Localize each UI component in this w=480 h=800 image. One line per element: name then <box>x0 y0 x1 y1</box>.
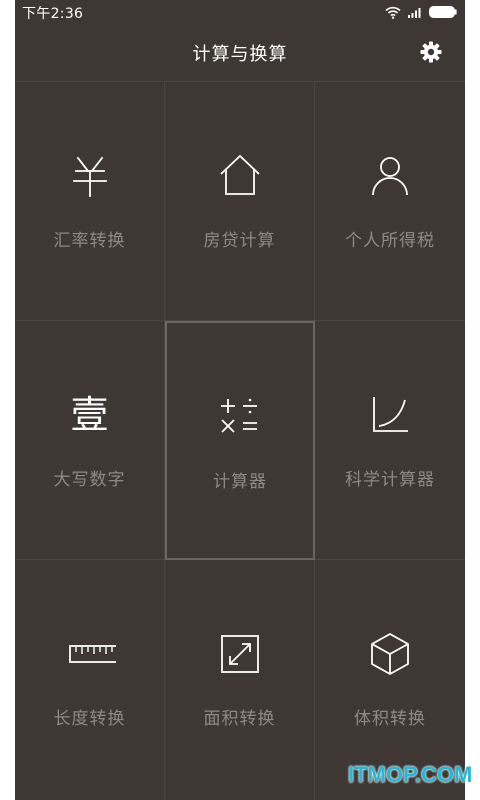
yuan-icon <box>72 156 107 197</box>
tile-label: 体积转换 <box>354 709 426 729</box>
status-time: 下午2:36 <box>22 6 84 22</box>
curve-graph-icon <box>373 397 408 432</box>
status-bar: 下午2:36 <box>15 0 465 24</box>
tile-area-conversion[interactable]: 面积转换 <box>165 560 315 800</box>
tile-calculator[interactable]: 计算器 <box>165 321 315 560</box>
tile-label: 面积转换 <box>203 709 276 729</box>
gear-icon[interactable] <box>419 40 443 64</box>
house-icon <box>219 154 260 195</box>
tile-label: 汇率转换 <box>53 231 126 251</box>
ruler-icon <box>68 645 116 663</box>
tile-label: 房贷计算 <box>203 231 276 251</box>
tile-label: 科学计算器 <box>345 470 435 490</box>
tile-label: 个人所得税 <box>345 231 435 251</box>
signal-icon <box>408 8 421 18</box>
tile-income-tax[interactable]: 个人所得税 <box>315 82 465 321</box>
watermark: ITMOP.COM <box>348 762 473 787</box>
tool-grid: 汇率转换 房贷计算 个人所得税 壹 大写数字 计算器 科学计算器 长度转换 面积… <box>15 82 465 800</box>
app-screen: 下午2:36 计算与换算 汇率转换 房贷计算 个人所得税 壹 大写数字 计算器 … <box>15 0 465 800</box>
tile-label: 长度转换 <box>53 709 126 729</box>
tile-label: 计算器 <box>213 472 267 492</box>
calculator-operators-icon <box>221 398 257 433</box>
tile-label: 大写数字 <box>53 470 126 490</box>
page-title: 计算与换算 <box>192 44 288 65</box>
expand-arrows-icon <box>220 635 259 673</box>
person-icon <box>372 157 408 196</box>
title-bar: 计算与换算 <box>15 24 465 82</box>
capital-numeral-icon: 壹 <box>68 393 112 437</box>
tile-length-conversion[interactable]: 长度转换 <box>15 560 165 800</box>
tile-mortgage-calculator[interactable]: 房贷计算 <box>165 82 315 321</box>
tile-scientific-calculator[interactable]: 科学计算器 <box>315 321 465 560</box>
wifi-icon <box>385 6 401 19</box>
battery-icon <box>429 6 457 18</box>
cube-icon <box>371 633 409 675</box>
capital-numeral-glyph: 壹 <box>70 393 109 437</box>
status-icons <box>385 4 457 20</box>
tile-currency-exchange[interactable]: 汇率转换 <box>15 82 165 321</box>
tile-capital-numbers[interactable]: 壹 大写数字 <box>15 321 165 560</box>
